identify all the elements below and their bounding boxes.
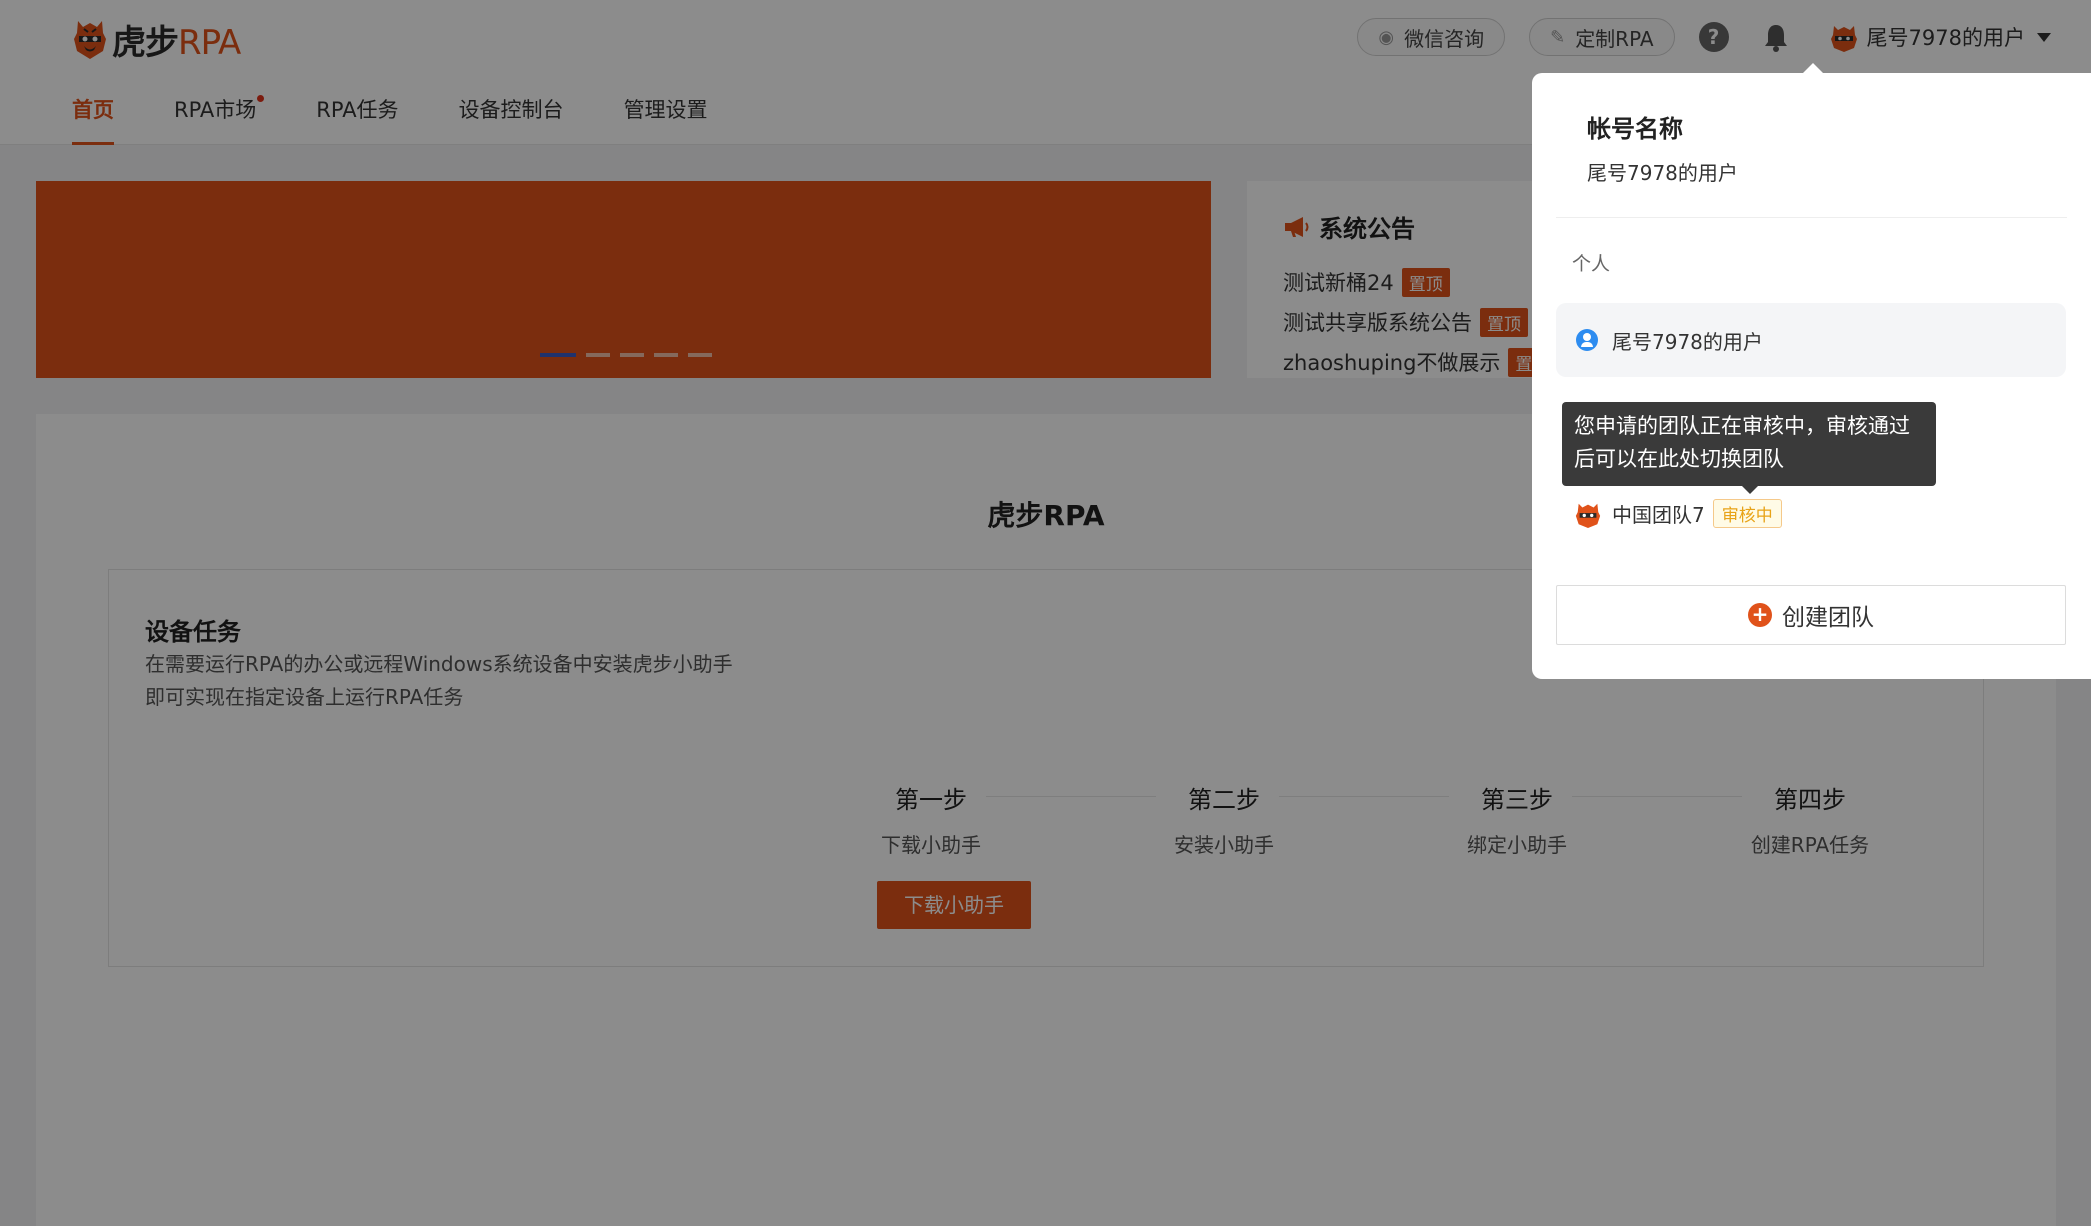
- user-icon: [1576, 329, 1598, 351]
- team-review-tooltip: 您申请的团队正在审核中，审核通过后可以在此处切换团队: [1562, 402, 1936, 494]
- plus-icon: +: [1748, 603, 1772, 627]
- team-avatar-icon: [1575, 503, 1601, 528]
- team-item[interactable]: 中国团队7 审核中: [1574, 499, 1782, 528]
- create-team-button[interactable]: + 创建团队: [1556, 585, 2066, 645]
- account-name-label: 帐号名称: [1587, 115, 1683, 143]
- personal-section-label: 个人: [1572, 253, 1611, 275]
- personal-account-name: 尾号7978的用户: [1612, 329, 1763, 354]
- status-badge: 审核中: [1712, 499, 1782, 528]
- personal-account-item[interactable]: 尾号7978的用户: [1556, 303, 2066, 377]
- divider: [1556, 217, 2067, 218]
- create-team-label: 创建团队: [1782, 605, 1874, 631]
- account-name-value: 尾号7978的用户: [1587, 161, 1738, 185]
- account-dropdown: 帐号名称 尾号7978的用户 个人 尾号7978的用户 您申请的团队正在审核中，…: [1532, 73, 2091, 679]
- team-name: 中国团队7: [1612, 503, 1705, 527]
